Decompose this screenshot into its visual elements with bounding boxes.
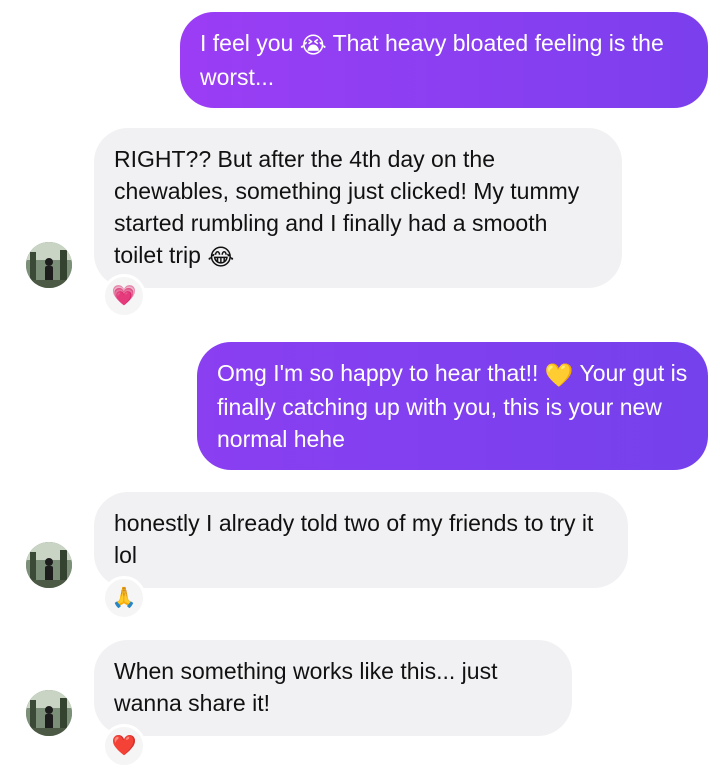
message-bubble-incoming[interactable]: RIGHT?? But after the 4th day on the che… bbox=[94, 128, 622, 288]
pink-heart-icon: 💗 bbox=[111, 285, 137, 307]
laughing-tears-emoji: 😂 bbox=[207, 244, 235, 270]
message-text: RIGHT?? But after the 4th day on the che… bbox=[114, 146, 580, 268]
red-heart-icon: ❤️ bbox=[111, 735, 137, 757]
reaction-badge[interactable]: 💗 bbox=[102, 274, 146, 318]
chat-thread: I feel you 😭 That heavy bloated feeling … bbox=[0, 0, 720, 777]
avatar[interactable] bbox=[26, 690, 72, 736]
avatar-person-silhouette-icon bbox=[26, 242, 72, 288]
message-text: I feel you bbox=[200, 30, 300, 56]
folded-hands-icon: 🙏 bbox=[111, 587, 137, 609]
avatar[interactable] bbox=[26, 242, 72, 288]
reaction-badge[interactable]: 🙏 bbox=[102, 576, 146, 620]
message-text: honestly I already told two of my friend… bbox=[114, 510, 594, 568]
message-text: When something works like this... just w… bbox=[114, 658, 498, 716]
crying-face-emoji: 😭 bbox=[299, 32, 327, 58]
message-bubble-incoming[interactable]: honestly I already told two of my friend… bbox=[94, 492, 628, 588]
reaction-badge[interactable]: ❤️ bbox=[102, 724, 146, 768]
message-bubble-outgoing[interactable]: I feel you 😭 That heavy bloated feeling … bbox=[180, 12, 708, 108]
avatar[interactable] bbox=[26, 542, 72, 588]
yellow-heart-emoji: 💛 bbox=[544, 362, 574, 388]
message-bubble-incoming[interactable]: When something works like this... just w… bbox=[94, 640, 572, 736]
avatar-person-silhouette-icon bbox=[26, 542, 72, 588]
message-bubble-outgoing[interactable]: Omg I'm so happy to hear that!! 💛 Your g… bbox=[197, 342, 708, 470]
message-text: Omg I'm so happy to hear that!! bbox=[217, 360, 545, 386]
avatar-person-silhouette-icon bbox=[26, 690, 72, 736]
